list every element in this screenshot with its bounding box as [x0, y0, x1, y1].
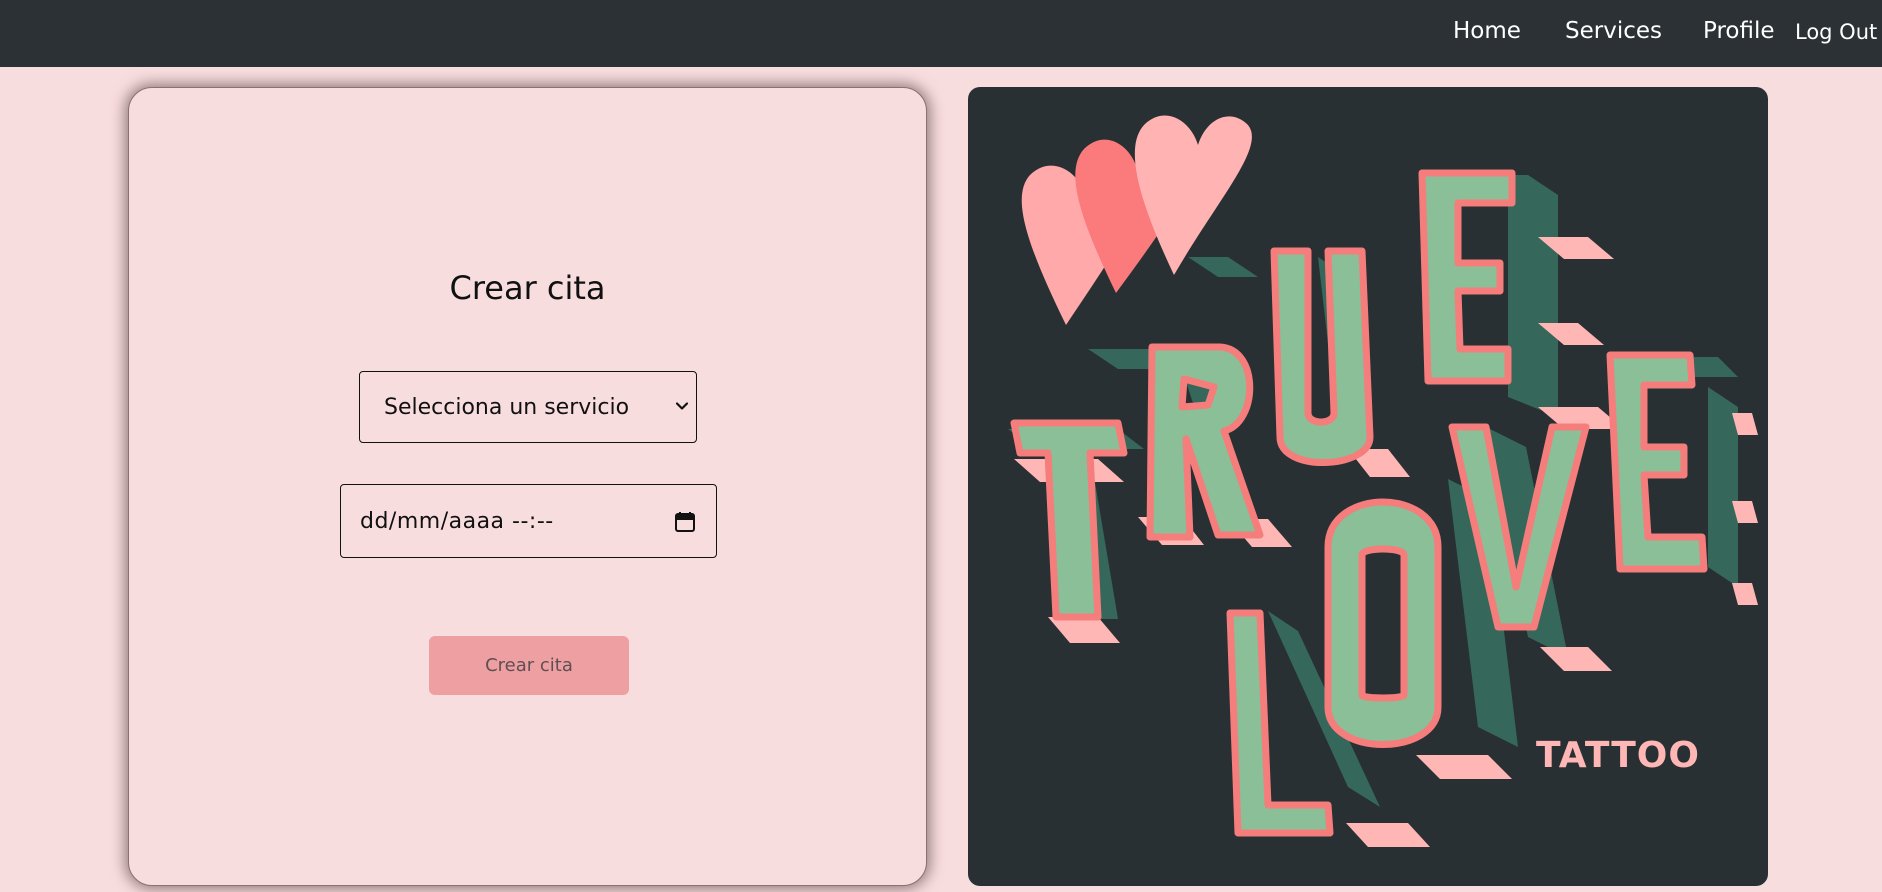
form-title: Crear cita [449, 269, 606, 307]
hearts-graphic [1021, 115, 1252, 325]
true-love-tattoo-logo: TATTOO [1008, 115, 1758, 847]
datetime-input[interactable]: dd/mm/aaaa --:-- [340, 484, 717, 558]
nav-logout-link[interactable]: Log Out [1795, 17, 1877, 47]
datetime-input-value: dd/mm/aaaa --:-- [360, 508, 554, 534]
true-love-tattoo-poster: TATTOO [968, 87, 1768, 886]
nav-services-link[interactable]: Services [1565, 16, 1662, 46]
service-select-value: Selecciona un servicio [384, 394, 630, 420]
tattoo-word: TATTOO [1536, 735, 1700, 776]
calendar-icon[interactable] [674, 511, 696, 533]
nav-profile-link[interactable]: Profile [1703, 16, 1775, 46]
chevron-down-icon [675, 402, 689, 410]
service-select[interactable]: Selecciona un servicio [359, 371, 697, 443]
appointment-form-card: Crear cita Selecciona un servicio dd/mm/… [128, 87, 927, 886]
nav-home-link[interactable]: Home [1453, 16, 1521, 46]
navbar: Home Services Profile Log Out [0, 0, 1882, 67]
create-appointment-button[interactable]: Crear cita [429, 636, 629, 695]
